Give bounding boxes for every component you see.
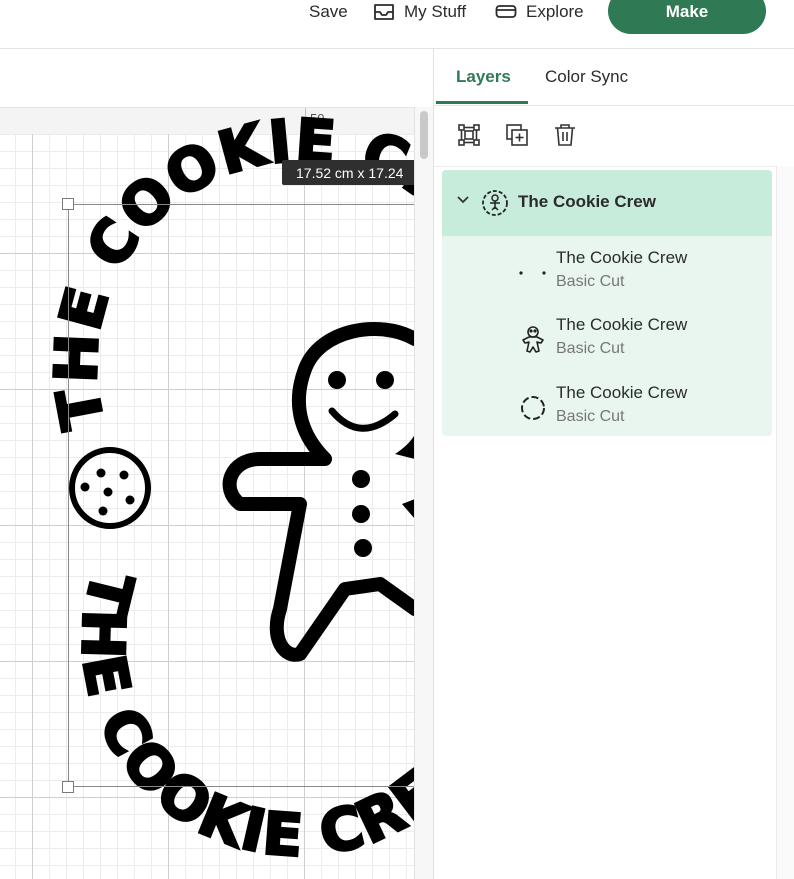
delete-button[interactable] [551,121,579,149]
layer-name: The Cookie Crew [556,315,688,334]
my-stuff-label: My Stuff [404,2,467,21]
dots-icon [516,256,550,290]
trash-icon [555,124,575,146]
resize-handle-top-left[interactable] [62,198,74,210]
save-button[interactable]: Save [309,0,348,24]
layers-toolbar [434,106,794,167]
panel-tabs: Layers Color Sync [434,49,794,106]
group-header[interactable]: The Cookie Crew [442,170,772,236]
selection-box[interactable] [68,204,428,787]
resize-handle-bottom-left[interactable] [62,781,74,793]
duplicate-icon [506,124,528,146]
panel-scrollbar[interactable] [776,166,794,879]
my-stuff-button[interactable]: My Stuff [373,0,466,24]
explore-button[interactable]: Explore [495,0,584,24]
active-tab-indicator [436,101,528,104]
badge-icon [482,190,508,216]
top-bar: Save My Stuff Explore Make [0,0,794,49]
tab-layers[interactable]: Layers [456,67,511,87]
make-button[interactable]: Make [608,0,766,34]
layer-group[interactable]: The Cookie Crew The Cookie Crew Basic Cu… [442,170,772,436]
layer-operation: Basic Cut [556,408,625,425]
layer-item[interactable]: The Cookie Crew Basic Cut [442,375,772,436]
layer-name: The Cookie Crew [556,383,688,402]
make-label: Make [665,2,709,21]
ring-icon [516,391,550,425]
group-button[interactable] [455,121,483,149]
inbox-icon [374,4,394,20]
gingerbread-icon [516,323,550,357]
layer-operation: Basic Cut [556,273,625,290]
layer-item[interactable]: The Cookie Crew Basic Cut [442,307,772,375]
layer-item[interactable]: The Cookie Crew Basic Cut [442,240,772,308]
save-label: Save [309,2,348,21]
layers-panel: Layers Color Sync The Cookie Crew The Co… [433,49,794,879]
layer-name: The Cookie Crew [556,248,688,267]
canvas-scrollbar[interactable] [414,107,433,879]
tab-color-sync[interactable]: Color Sync [545,67,628,87]
canvas-scrollbar-thumb[interactable] [420,111,428,159]
design-canvas[interactable]: 50 THE COOKIE CREW THE COOKIE CREW [0,49,433,879]
explore-label: Explore [526,2,584,21]
dimensions-tooltip: 17.52 cm x 17.24 [282,160,414,185]
group-icon [458,124,480,146]
group-title: The Cookie Crew [518,192,656,211]
layer-operation: Basic Cut [556,340,625,357]
machine-icon [495,5,517,18]
duplicate-button[interactable] [503,121,531,149]
chevron-down-icon[interactable] [456,195,470,205]
